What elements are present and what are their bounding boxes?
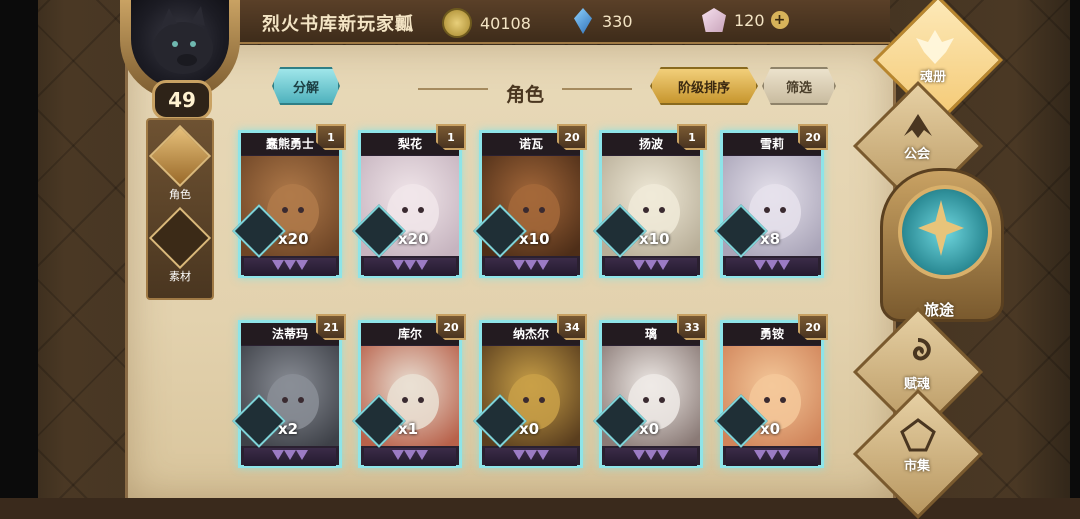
card-base-chevron-icon [296, 260, 308, 270]
left-nav-materials-label: 素材 [169, 270, 191, 283]
soul-shard-count: x10 [519, 230, 550, 248]
guild-icon [904, 114, 932, 138]
card-base-chevron-icon [416, 450, 428, 460]
soul-shard-count: x20 [278, 230, 309, 248]
character-card[interactable]: 纳杰尔 34 x0 [473, 314, 587, 468]
character-card[interactable]: 雪莉 20 x8 [714, 124, 828, 278]
card-base-chevron-icon [392, 450, 404, 460]
card-base [485, 448, 577, 466]
card-base [605, 258, 697, 276]
title-ornament-left [418, 88, 488, 90]
character-tab-icon [148, 124, 212, 188]
card-base-chevron-icon [633, 450, 645, 460]
player-level-badge: 49 [152, 80, 212, 120]
character-card[interactable]: 蠢熊勇士 1 x20 [232, 124, 346, 278]
card-base-chevron-icon [404, 450, 416, 460]
add-gem-button[interactable]: + [770, 11, 789, 29]
filter-button[interactable]: 筛选 [762, 67, 836, 105]
left-nav-characters-label: 角色 [169, 188, 191, 201]
soul-shard-count: x1 [398, 420, 419, 438]
soul-shard-count: x20 [398, 230, 429, 248]
card-base-chevron-icon [645, 260, 657, 270]
card-base-chevron-icon [392, 260, 404, 270]
screen-bezel-right [1070, 0, 1080, 498]
card-base [364, 448, 456, 466]
gem-amount: 120 [734, 10, 765, 30]
gem-icon [702, 8, 726, 32]
card-base-chevron-icon [645, 450, 657, 460]
character-card[interactable]: 诺瓦 20 x10 [473, 124, 587, 278]
card-base-chevron-icon [537, 450, 549, 460]
card-base [726, 258, 818, 276]
card-base-chevron-icon [525, 450, 537, 460]
left-nav-materials[interactable]: 素材 [148, 206, 212, 284]
card-base-chevron-icon [284, 260, 296, 270]
card-base-chevron-icon [296, 450, 308, 460]
panther-avatar-art [153, 6, 213, 74]
character-card[interactable]: 法蒂玛 21 x2 [232, 314, 346, 468]
soul-book-icon [916, 30, 954, 64]
crystal-resource: 330 [574, 8, 633, 34]
left-nav-characters[interactable]: 角色 [148, 124, 212, 202]
card-base-chevron-icon [754, 450, 766, 460]
coin-icon [442, 8, 472, 38]
card-base [605, 448, 697, 466]
card-base [726, 448, 818, 466]
card-base [244, 258, 336, 276]
card-base [364, 258, 456, 276]
section-title: 角色 [505, 84, 544, 106]
soul-shard-count: x10 [639, 230, 670, 248]
card-base [485, 258, 577, 276]
card-base-chevron-icon [513, 450, 525, 460]
soul-shard-count: x8 [760, 230, 781, 248]
card-base-chevron-icon [766, 260, 778, 270]
card-base-chevron-icon [416, 260, 428, 270]
character-card[interactable]: 库尔 20 x1 [352, 314, 466, 468]
character-card[interactable]: 勇铵 20 x0 [714, 314, 828, 468]
materials-tab-icon [148, 206, 212, 270]
character-card[interactable]: 璃 33 x0 [593, 314, 707, 468]
card-base-chevron-icon [633, 260, 645, 270]
card-base-chevron-icon [272, 450, 284, 460]
avatar[interactable] [131, 0, 229, 88]
card-base-chevron-icon [778, 450, 790, 460]
soul-shard-count: x0 [760, 420, 781, 438]
card-base-chevron-icon [284, 450, 296, 460]
market-gem-icon [900, 418, 936, 452]
market-label: 市集 [903, 459, 930, 474]
soul-shard-count: x0 [519, 420, 540, 438]
gem-resource[interactable]: 120 + [702, 8, 789, 32]
card-base [244, 448, 336, 466]
soul-shard-count: x0 [639, 420, 660, 438]
screen-bezel-left [0, 0, 38, 498]
coin-resource: 40108 [442, 8, 531, 38]
card-base-chevron-icon [537, 260, 549, 270]
player-name: 烈火书库新玩家瓤 [262, 14, 414, 35]
character-card[interactable]: 梨花 1 x20 [352, 124, 466, 278]
card-base-chevron-icon [272, 260, 284, 270]
left-nav-panel: 角色 素材 [146, 118, 214, 300]
card-base-chevron-icon [657, 260, 669, 270]
soul-book-label: 魂册 [919, 70, 946, 85]
guild-label: 公会 [903, 147, 930, 162]
crystal-amount: 330 [602, 11, 633, 31]
card-base-chevron-icon [404, 260, 416, 270]
card-base-chevron-icon [754, 260, 766, 270]
card-base-chevron-icon [513, 260, 525, 270]
sort-by-rank-button[interactable]: 阶级排序 [650, 67, 758, 105]
talent-swirl-icon [913, 338, 931, 361]
crystal-icon [574, 8, 592, 34]
coin-amount: 40108 [480, 13, 531, 33]
card-base-chevron-icon [525, 260, 537, 270]
card-base-chevron-icon [766, 450, 778, 460]
soul-shard-count: x2 [278, 420, 299, 438]
card-base-chevron-icon [657, 450, 669, 460]
card-base-chevron-icon [778, 260, 790, 270]
character-card[interactable]: 扬波 1 x10 [593, 124, 707, 278]
title-ornament-right [562, 88, 632, 90]
decompose-button[interactable]: 分解 [272, 67, 340, 105]
